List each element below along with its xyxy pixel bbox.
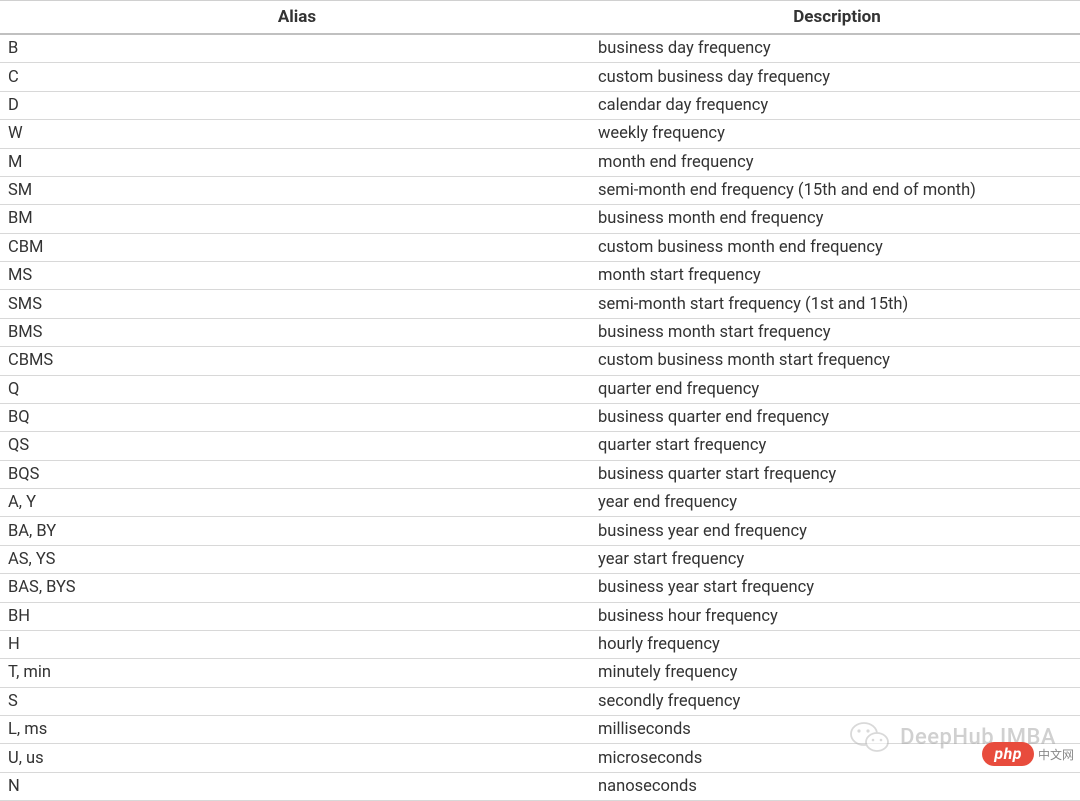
cell-alias: N: [0, 772, 594, 800]
cell-description: business month start frequency: [594, 318, 1080, 346]
cell-alias: MS: [0, 262, 594, 290]
cell-alias: H: [0, 630, 594, 658]
cell-description: microseconds: [594, 744, 1080, 772]
frequency-alias-table: Alias Description Bbusiness day frequenc…: [0, 0, 1080, 801]
frequency-alias-table-container: Alias Description Bbusiness day frequenc…: [0, 0, 1080, 801]
table-row: Hhourly frequency: [0, 630, 1080, 658]
cell-alias: SMS: [0, 290, 594, 318]
table-row: SMsemi-month end frequency (15th and end…: [0, 176, 1080, 204]
cell-alias: T, min: [0, 659, 594, 687]
cell-description: minutely frequency: [594, 659, 1080, 687]
cell-description: custom business day frequency: [594, 63, 1080, 91]
table-row: Qquarter end frequency: [0, 375, 1080, 403]
cell-description: business hour frequency: [594, 602, 1080, 630]
cell-description: custom business month end frequency: [594, 233, 1080, 261]
table-row: U, usmicroseconds: [0, 744, 1080, 772]
cell-alias: B: [0, 34, 594, 63]
table-row: BMbusiness month end frequency: [0, 205, 1080, 233]
table-row: Bbusiness day frequency: [0, 34, 1080, 63]
cell-description: semi-month start frequency (1st and 15th…: [594, 290, 1080, 318]
cell-alias: AS, YS: [0, 545, 594, 573]
cell-description: business day frequency: [594, 34, 1080, 63]
cell-description: business quarter end frequency: [594, 403, 1080, 431]
table-row: Dcalendar day frequency: [0, 91, 1080, 119]
cell-alias: D: [0, 91, 594, 119]
table-row: Ssecondly frequency: [0, 687, 1080, 715]
cell-description: business month end frequency: [594, 205, 1080, 233]
table-row: Ccustom business day frequency: [0, 63, 1080, 91]
cell-alias: BH: [0, 602, 594, 630]
table-header-row: Alias Description: [0, 1, 1080, 35]
cell-description: hourly frequency: [594, 630, 1080, 658]
cell-description: nanoseconds: [594, 772, 1080, 800]
table-body: Bbusiness day frequencyCcustom business …: [0, 34, 1080, 801]
table-row: Wweekly frequency: [0, 120, 1080, 148]
cell-description: month end frequency: [594, 148, 1080, 176]
table-row: QSquarter start frequency: [0, 432, 1080, 460]
cell-alias: SM: [0, 176, 594, 204]
table-row: SMSsemi-month start frequency (1st and 1…: [0, 290, 1080, 318]
cell-alias: S: [0, 687, 594, 715]
cell-alias: L, ms: [0, 716, 594, 744]
table-row: BQSbusiness quarter start frequency: [0, 460, 1080, 488]
cell-description: year start frequency: [594, 545, 1080, 573]
cell-description: business year end frequency: [594, 517, 1080, 545]
table-row: A, Yyear end frequency: [0, 489, 1080, 517]
cell-alias: C: [0, 63, 594, 91]
cell-description: calendar day frequency: [594, 91, 1080, 119]
table-row: BMSbusiness month start frequency: [0, 318, 1080, 346]
cell-description: year end frequency: [594, 489, 1080, 517]
table-row: BAS, BYSbusiness year start frequency: [0, 574, 1080, 602]
cell-alias: BQS: [0, 460, 594, 488]
table-row: BA, BYbusiness year end frequency: [0, 517, 1080, 545]
table-row: Nnanoseconds: [0, 772, 1080, 800]
table-row: AS, YSyear start frequency: [0, 545, 1080, 573]
table-row: L, msmilliseconds: [0, 716, 1080, 744]
cell-alias: BMS: [0, 318, 594, 346]
cell-description: business year start frequency: [594, 574, 1080, 602]
cell-description: secondly frequency: [594, 687, 1080, 715]
table-row: BQbusiness quarter end frequency: [0, 403, 1080, 431]
cell-description: semi-month end frequency (15th and end o…: [594, 176, 1080, 204]
cell-alias: BAS, BYS: [0, 574, 594, 602]
table-row: Mmonth end frequency: [0, 148, 1080, 176]
table-row: CBMcustom business month end frequency: [0, 233, 1080, 261]
table-row: T, minminutely frequency: [0, 659, 1080, 687]
table-row: MSmonth start frequency: [0, 262, 1080, 290]
cell-alias: QS: [0, 432, 594, 460]
table-row: CBMScustom business month start frequenc…: [0, 347, 1080, 375]
header-alias: Alias: [0, 1, 594, 35]
cell-description: month start frequency: [594, 262, 1080, 290]
cell-description: quarter end frequency: [594, 375, 1080, 403]
table-row: BHbusiness hour frequency: [0, 602, 1080, 630]
header-description: Description: [594, 1, 1080, 35]
cell-alias: U, us: [0, 744, 594, 772]
cell-alias: BQ: [0, 403, 594, 431]
cell-description: quarter start frequency: [594, 432, 1080, 460]
cell-alias: CBMS: [0, 347, 594, 375]
cell-description: custom business month start frequency: [594, 347, 1080, 375]
cell-alias: M: [0, 148, 594, 176]
cell-description: business quarter start frequency: [594, 460, 1080, 488]
cell-description: milliseconds: [594, 716, 1080, 744]
cell-alias: BA, BY: [0, 517, 594, 545]
cell-alias: Q: [0, 375, 594, 403]
cell-alias: BM: [0, 205, 594, 233]
cell-alias: CBM: [0, 233, 594, 261]
cell-alias: W: [0, 120, 594, 148]
cell-alias: A, Y: [0, 489, 594, 517]
cell-description: weekly frequency: [594, 120, 1080, 148]
